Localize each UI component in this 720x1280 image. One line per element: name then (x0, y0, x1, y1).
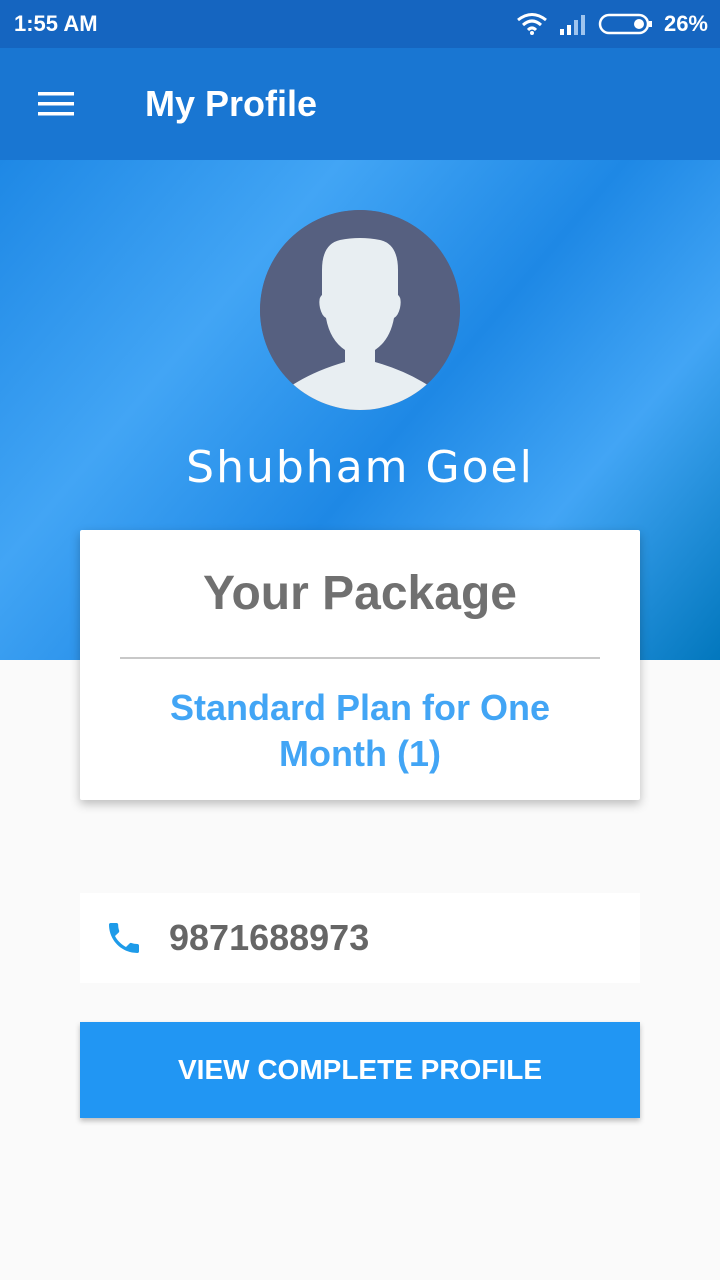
divider (120, 657, 600, 659)
phone-row[interactable]: 9871688973 (80, 893, 640, 983)
phone-number: 9871688973 (169, 917, 370, 958)
status-icons: 26% (516, 11, 708, 37)
package-card: Your Package Standard Plan for One Month… (80, 530, 640, 800)
signal-icon (559, 15, 585, 35)
wifi-icon (517, 13, 547, 35)
package-title: Your Package (203, 567, 517, 620)
battery-percent: 26% (663, 11, 708, 36)
hamburger-menu-icon (38, 92, 74, 116)
page-title: My Profile (145, 83, 318, 124)
package-plan[interactable]: Standard Plan for One Month (1) (120, 685, 600, 777)
status-time: 1:55 AM (14, 11, 98, 36)
default-avatar-icon (260, 210, 460, 410)
phone-icon (109, 923, 139, 953)
status-bar: 1:55 AM 26% (0, 0, 720, 48)
menu-button[interactable] (0, 48, 112, 160)
user-name: Shubham Goel (186, 442, 534, 493)
battery-icon (598, 13, 652, 35)
app-bar: My Profile (0, 48, 720, 160)
avatar (260, 210, 460, 410)
view-complete-profile-button[interactable]: VIEW COMPLETE PROFILE (80, 1022, 640, 1118)
